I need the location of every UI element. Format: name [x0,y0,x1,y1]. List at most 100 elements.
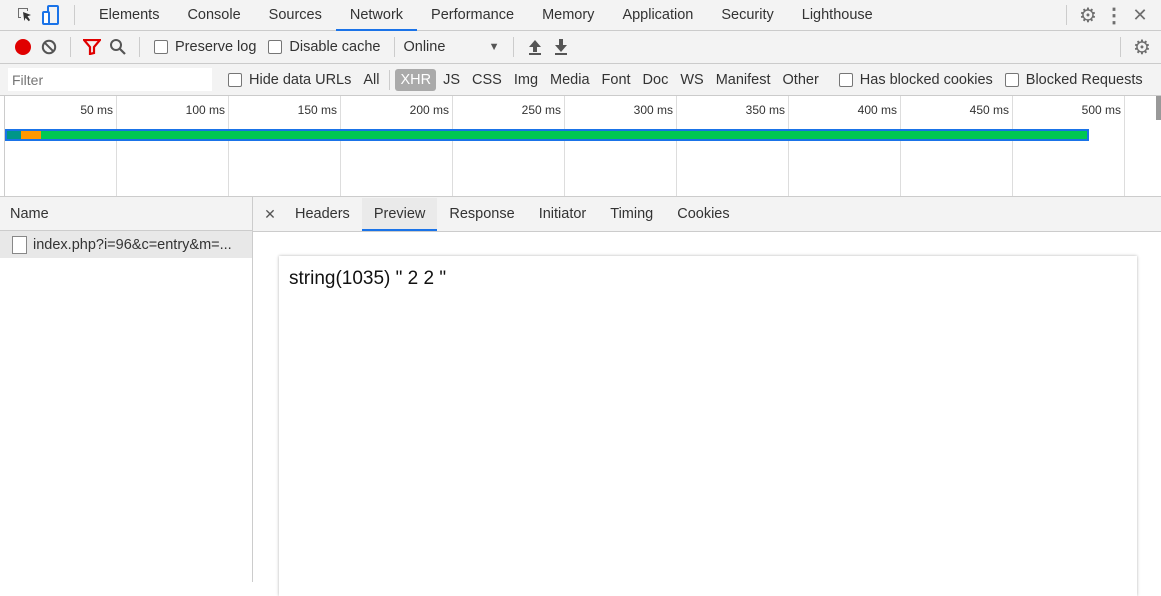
clear-icon[interactable] [36,34,62,60]
more-options-icon[interactable]: ⋮ [1101,2,1127,28]
settings-gear-icon[interactable]: ⚙ [1075,2,1101,28]
timeline-tick: 250 ms [522,96,565,196]
details-tab-initiator[interactable]: Initiator [527,198,599,231]
search-icon[interactable] [105,34,131,60]
network-settings-gear-icon[interactable]: ⚙ [1129,34,1155,60]
timeline-tick: 400 ms [858,96,901,196]
divider [74,5,75,25]
divider [389,69,391,90]
timeline-tick: 200 ms [410,96,453,196]
divider [1120,37,1121,57]
tick-label: 100 ms [185,103,225,117]
preserve-log-label: Preserve log [175,39,257,55]
request-name: index.php?i=96&c=entry&m=... [33,236,232,253]
divider [513,37,515,57]
timeline-tick: 300 ms [634,96,677,196]
tab-console[interactable]: Console [173,0,254,31]
details-tabs-bar: ✕ Headers Preview Response Initiator Timing C… [253,197,1161,232]
main-tabs: Elements Console Sources Network Performance… [85,0,887,31]
divider [1066,5,1067,25]
tick-label: 250 ms [521,103,561,117]
export-har-icon[interactable] [548,34,574,60]
filter-funnel-icon[interactable] [79,34,105,60]
has-blocked-cookies-label: Has blocked cookies [859,71,993,88]
divider [139,37,140,57]
preview-pane: string(1035) " 2 2 " [253,232,1161,596]
document-icon [12,235,27,254]
timeline-tick: 350 ms [746,96,789,196]
throttling-select[interactable]: Online ▼ [403,39,499,55]
waiting-segment [7,131,21,139]
requests-panel: Name index.php?i=96&c=entry&m=... [0,197,253,582]
tick-label: 350 ms [745,103,785,117]
divider [394,37,396,57]
preserve-log-checkbox[interactable]: Preserve log [154,39,256,55]
tick-label: 150 ms [297,103,337,117]
network-toolbar: Preserve log Disable cache Online ▼ ⚙ [0,31,1161,64]
filter-type-other[interactable]: Other [778,69,824,91]
filter-type-font[interactable]: Font [597,69,636,91]
timeline-tick: 500 ms [1082,96,1125,196]
tab-sources[interactable]: Sources [255,0,336,31]
filter-type-css[interactable]: CSS [467,69,507,91]
main-toolbar: Elements Console Sources Network Performance… [0,0,1161,31]
tab-security[interactable]: Security [707,0,787,31]
filter-bar: Hide data URLs All XHRJSCSSImgMediaFontDo… [0,64,1161,96]
throttling-value: Online [403,39,446,55]
timeline-tick: 450 ms [970,96,1013,196]
record-icon[interactable] [10,34,36,60]
dropdown-arrow-icon: ▼ [488,41,500,53]
tab-performance[interactable]: Performance [417,0,528,31]
blocked-requests-checkbox[interactable]: Blocked Requests [1004,71,1143,88]
preview-text: string(1035) " 2 2 " [289,268,447,289]
tick-label: 400 ms [857,103,897,117]
device-toolbar-icon[interactable] [38,2,64,28]
request-row[interactable]: index.php?i=96&c=entry&m=... [0,231,252,258]
timeline-tick: 150 ms [298,96,341,196]
details-tab-preview[interactable]: Preview [361,197,438,231]
disable-cache-label: Disable cache [289,39,381,55]
timeline-overview[interactable]: 50 ms 100 ms 150 ms 200 ms 250 ms 300 ms 350 m… [0,96,1161,197]
filter-type-ws[interactable]: WS [675,69,708,91]
has-blocked-cookies-checkbox[interactable]: Has blocked cookies [838,71,993,88]
timeline-tick: 100 ms [186,96,229,196]
divider [70,37,71,57]
resource-type-filters: All XHR JS CSS Img Media Font Doc WS Manifest Othe… [357,64,824,95]
hide-data-urls-checkbox[interactable]: Hide data URLs [228,72,351,88]
disable-cache-checkbox[interactable]: Disable cache [268,39,380,55]
request-timing-bar [5,129,1089,141]
filter-type-media[interactable]: Media [545,69,595,91]
inspect-element-icon[interactable] [12,2,38,28]
tick-label: 500 ms [1081,103,1121,117]
tick-label: 300 ms [633,103,673,117]
details-tabs: Headers Preview Response Initiator Timing Coo… [283,197,742,231]
timeline-scrollbar[interactable] [1156,96,1161,120]
tab-application[interactable]: Application [608,0,707,31]
tab-elements[interactable]: Elements [85,0,173,31]
filter-type-js[interactable]: JS [438,69,465,91]
tab-network[interactable]: Network [335,0,418,31]
timeline-tick: 50 ms [80,96,117,196]
blocked-requests-label: Blocked Requests [1025,71,1143,88]
filter-type-img[interactable]: Img [509,69,543,91]
tab-memory[interactable]: Memory [528,0,608,31]
filter-type-manifest[interactable]: Manifest [711,69,776,91]
tab-lighthouse[interactable]: Lighthouse [788,0,887,31]
details-tab-cookies[interactable]: Cookies [665,198,741,231]
name-column-header[interactable]: Name [0,197,252,231]
import-har-icon[interactable] [522,34,548,60]
filter-type-all[interactable]: All [358,69,384,91]
filter-type-xhr[interactable]: XHR [395,68,437,91]
details-tab-timing[interactable]: Timing [598,198,665,231]
filter-type-doc[interactable]: Doc [638,69,674,91]
filter-input[interactable] [8,68,212,91]
preview-frame: string(1035) " 2 2 " [279,256,1137,596]
details-tab-headers[interactable]: Headers [283,198,362,231]
close-devtools-icon[interactable]: ✕ [1127,2,1153,28]
tick-label: 200 ms [409,103,449,117]
tick-label: 50 ms [80,103,113,117]
queue-segment [21,131,41,139]
details-tab-response[interactable]: Response [437,198,526,231]
close-details-icon[interactable]: ✕ [257,201,283,227]
tick-label: 450 ms [969,103,1009,117]
